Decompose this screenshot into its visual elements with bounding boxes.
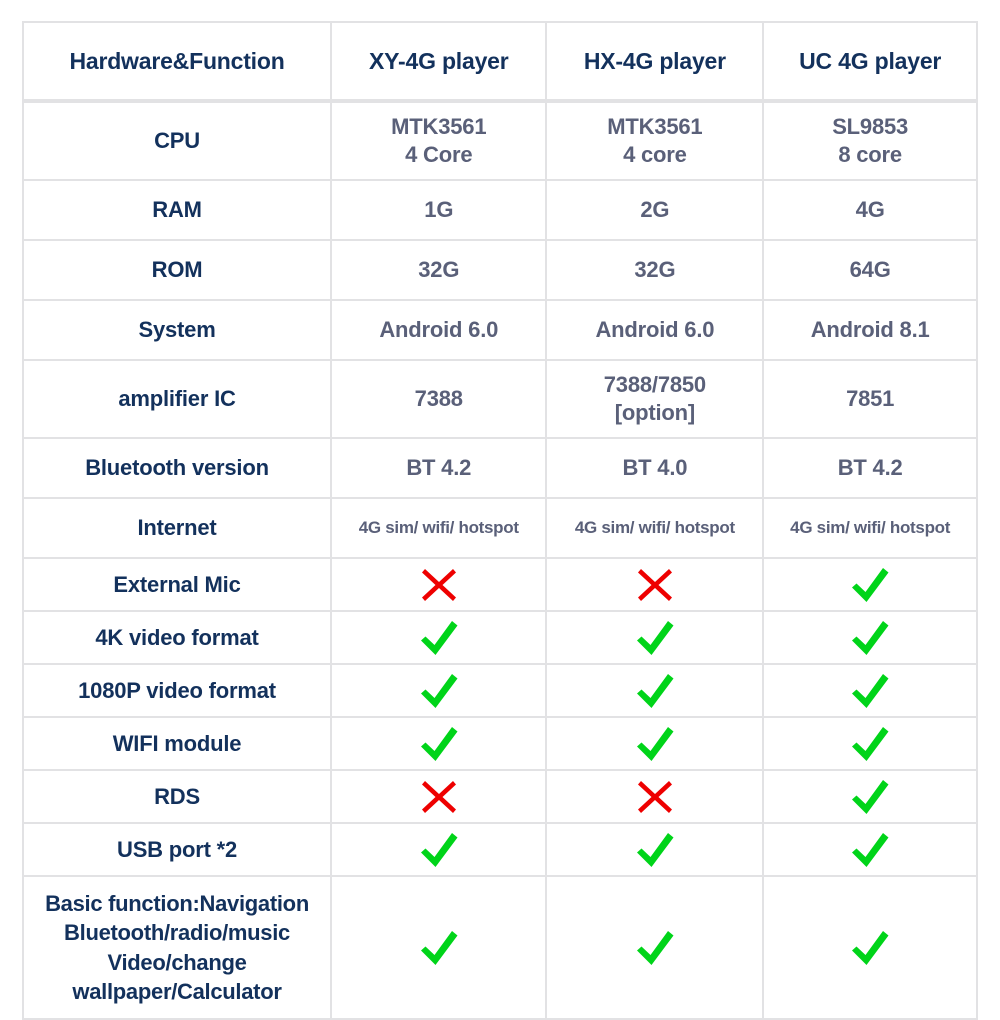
- row-label: 4K video format: [22, 612, 333, 665]
- cell-supported: [764, 877, 978, 1020]
- check-icon: [551, 831, 758, 869]
- column-header-hx-4g-player: HX-4G player: [547, 21, 765, 101]
- row-label: amplifier IC: [22, 361, 333, 439]
- cell-value: 32G: [332, 241, 548, 301]
- cell-supported: [547, 877, 765, 1020]
- cell-value: BT 4.2: [764, 439, 978, 499]
- cross-icon: [336, 567, 541, 603]
- cell-not-supported: [547, 771, 765, 824]
- check-icon: [768, 725, 972, 763]
- check-icon: [336, 929, 541, 967]
- cell-supported: [764, 612, 978, 665]
- check-icon: [768, 778, 972, 816]
- row-label: Bluetooth version: [22, 439, 333, 499]
- check-icon: [768, 831, 972, 869]
- row-label: External Mic: [22, 559, 333, 612]
- row-label: RAM: [22, 181, 333, 241]
- cell-supported: [547, 665, 765, 718]
- cell-value: Android 8.1: [764, 301, 978, 361]
- column-header-xy-4g-player: XY-4G player: [332, 21, 548, 101]
- check-icon: [551, 929, 758, 967]
- cell-value: Android 6.0: [332, 301, 548, 361]
- check-icon: [768, 929, 972, 967]
- table-row: RDS: [22, 771, 978, 824]
- cell-supported: [764, 718, 978, 771]
- cell-supported: [547, 718, 765, 771]
- cross-icon: [336, 779, 541, 815]
- cell-value: 7388: [332, 361, 548, 439]
- cell-value: 4G sim/ wifi/ hotspot: [332, 499, 548, 559]
- cell-supported: [547, 612, 765, 665]
- cell-value: BT 4.0: [547, 439, 765, 499]
- row-label: WIFI module: [22, 718, 333, 771]
- cell-value: 7388/7850 [option]: [547, 361, 765, 439]
- cell-value: 4G: [764, 181, 978, 241]
- table-row: ROM 32G 32G 64G: [22, 241, 978, 301]
- cell-value: 1G: [332, 181, 548, 241]
- table-row: WIFI module: [22, 718, 978, 771]
- row-label: USB port *2: [22, 824, 333, 877]
- cell-value: MTK3561 4 core: [547, 101, 765, 181]
- cell-value: MTK3561 4 Core: [332, 101, 548, 181]
- cell-value: 64G: [764, 241, 978, 301]
- cross-icon: [551, 779, 758, 815]
- cell-not-supported: [547, 559, 765, 612]
- check-icon: [768, 619, 972, 657]
- check-icon: [551, 672, 758, 710]
- check-icon: [768, 566, 972, 604]
- cell-supported: [764, 559, 978, 612]
- check-icon: [336, 619, 541, 657]
- check-icon: [336, 725, 541, 763]
- table-row: RAM 1G 2G 4G: [22, 181, 978, 241]
- cell-supported: [332, 877, 548, 1020]
- column-header-hardware-function: Hardware&Function: [22, 21, 333, 101]
- check-icon: [336, 831, 541, 869]
- table-row: 4K video format: [22, 612, 978, 665]
- cell-value: Android 6.0: [547, 301, 765, 361]
- table-row: External Mic: [22, 559, 978, 612]
- cell-supported: [332, 665, 548, 718]
- table-row: 1080P video format: [22, 665, 978, 718]
- table-header-row: Hardware&Function XY-4G player HX-4G pla…: [22, 21, 978, 101]
- row-label: Internet: [22, 499, 333, 559]
- row-label: CPU: [22, 101, 333, 181]
- row-label: ROM: [22, 241, 333, 301]
- row-label: 1080P video format: [22, 665, 333, 718]
- cell-value: BT 4.2: [332, 439, 548, 499]
- check-icon: [551, 725, 758, 763]
- table-row: Bluetooth version BT 4.2 BT 4.0 BT 4.2: [22, 439, 978, 499]
- cell-value: SL9853 8 core: [764, 101, 978, 181]
- cell-supported: [764, 665, 978, 718]
- row-label: System: [22, 301, 333, 361]
- cell-value: 4G sim/ wifi/ hotspot: [764, 499, 978, 559]
- row-label: Basic function:Navigation Bluetooth/radi…: [22, 877, 333, 1020]
- cell-supported: [332, 824, 548, 877]
- cell-supported: [764, 824, 978, 877]
- table-row: Basic function:Navigation Bluetooth/radi…: [22, 877, 978, 1020]
- table-row: Internet 4G sim/ wifi/ hotspot 4G sim/ wif…: [22, 499, 978, 559]
- check-icon: [768, 672, 972, 710]
- hardware-function-comparison-table: Hardware&Function XY-4G player HX-4G pla…: [22, 21, 978, 1020]
- cell-value: 2G: [547, 181, 765, 241]
- table-row: CPU MTK3561 4 Core MTK3561 4 core SL9853 8 …: [22, 101, 978, 181]
- cross-icon: [551, 567, 758, 603]
- cell-supported: [764, 771, 978, 824]
- cell-not-supported: [332, 559, 548, 612]
- table-body: CPU MTK3561 4 Core MTK3561 4 core SL9853 8 …: [22, 101, 978, 1020]
- check-icon: [551, 619, 758, 657]
- cell-not-supported: [332, 771, 548, 824]
- column-header-uc-4g-player: UC 4G player: [764, 21, 978, 101]
- cell-value: 7851: [764, 361, 978, 439]
- table-header: Hardware&Function XY-4G player HX-4G pla…: [22, 21, 978, 101]
- check-icon: [336, 672, 541, 710]
- table-row: amplifier IC 7388 7388/7850 [option] 7851: [22, 361, 978, 439]
- table-row: USB port *2: [22, 824, 978, 877]
- cell-supported: [332, 612, 548, 665]
- cell-value: 32G: [547, 241, 765, 301]
- cell-supported: [547, 824, 765, 877]
- table-row: System Android 6.0 Android 6.0 Android 8.1: [22, 301, 978, 361]
- cell-supported: [332, 718, 548, 771]
- cell-value: 4G sim/ wifi/ hotspot: [547, 499, 765, 559]
- row-label: RDS: [22, 771, 333, 824]
